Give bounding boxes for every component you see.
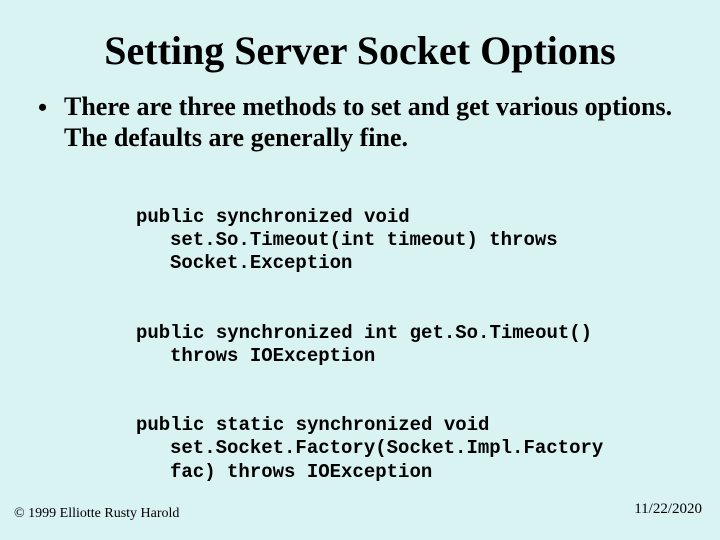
bullet-marker: • — [36, 92, 64, 123]
bullet-item: • There are three methods to set and get… — [36, 92, 684, 153]
code-line: public synchronized int get.So.Timeout()… — [136, 322, 624, 368]
footer-copyright: © 1999 Elliotte Rusty Harold — [14, 506, 179, 522]
bullet-text: There are three methods to set and get v… — [64, 92, 684, 153]
code-line: public static synchronized void set.Sock… — [136, 414, 624, 484]
slide-content: • There are three methods to set and get… — [0, 92, 720, 530]
slide-title: Setting Server Socket Options — [0, 0, 720, 92]
code-block: public synchronized void set.So.Timeout(… — [36, 153, 684, 530]
code-line: public synchronized void set.So.Timeout(… — [136, 206, 624, 276]
footer-date: 11/22/2020 — [634, 501, 702, 518]
